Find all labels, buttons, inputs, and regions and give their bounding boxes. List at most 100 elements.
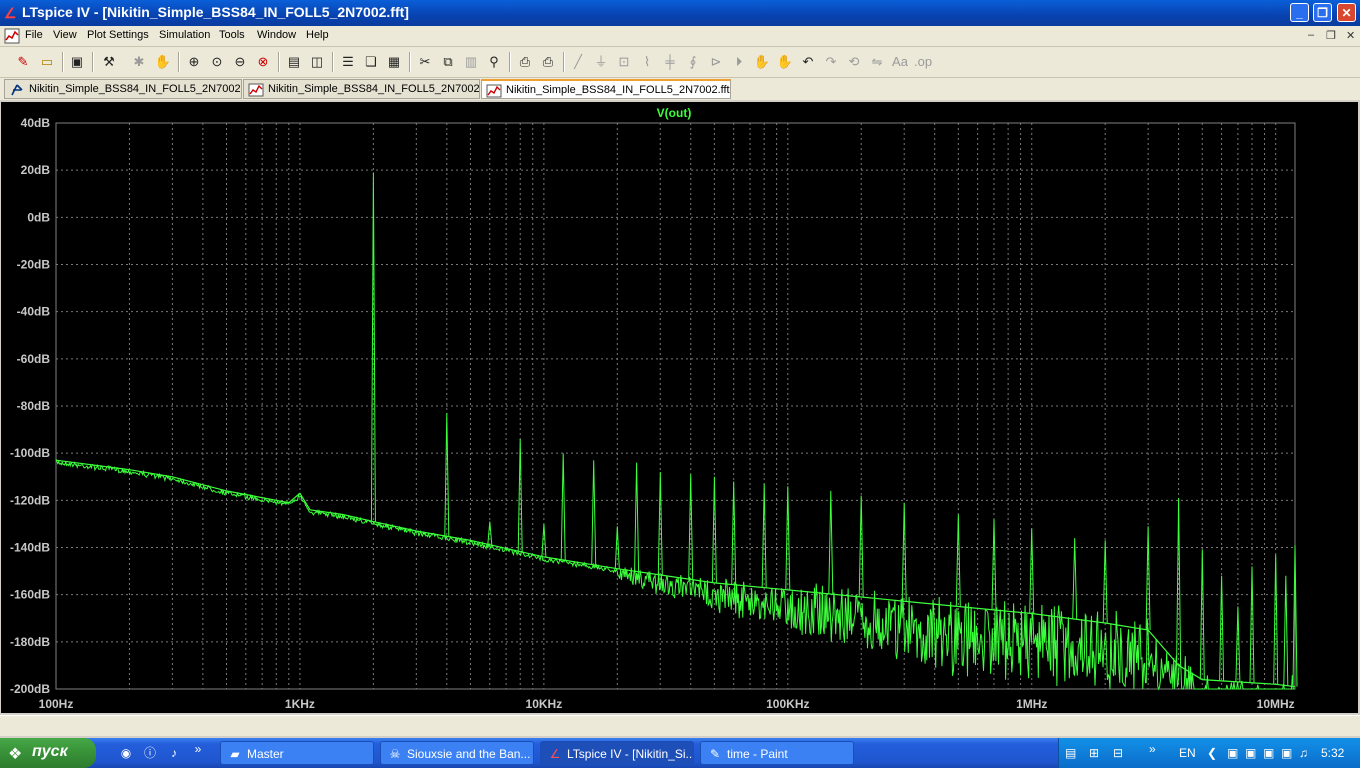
- zoom-fit-icon[interactable]: ⊗: [254, 53, 272, 71]
- y-tick-label: 20dB: [21, 163, 51, 177]
- tray-expand-icon[interactable]: ❮: [1207, 745, 1217, 761]
- tab-label: Nikitin_Simple_BSS84_IN_FOLL5_2N7002: [268, 83, 480, 95]
- tray-app3-icon[interactable]: ▣: [1263, 745, 1274, 761]
- tray-volume-icon[interactable]: ♫: [1299, 745, 1308, 761]
- drag-icon[interactable]: ✋: [776, 53, 794, 71]
- tray-network-icon[interactable]: ⊞: [1089, 745, 1099, 761]
- save-icon[interactable]: ▣: [68, 53, 86, 71]
- fft-plot[interactable]: 40dB 20dB 0dB -20dB -40dB -60dB -80dB -100dB -12…: [1, 102, 1358, 713]
- paint-icon: ✎: [709, 747, 721, 761]
- move-icon[interactable]: ✋: [753, 53, 771, 71]
- y-tick-label: -180dB: [10, 635, 50, 649]
- menu-view[interactable]: View: [53, 29, 77, 41]
- language-indicator[interactable]: EN: [1179, 745, 1196, 761]
- halt-icon[interactable]: ✋: [154, 53, 172, 71]
- y-tick-label: -40dB: [17, 305, 51, 319]
- x-tick-label: 1KHz: [285, 697, 315, 711]
- label-net-icon[interactable]: ⊡: [615, 53, 633, 71]
- tray-app4-icon[interactable]: ▣: [1281, 745, 1292, 761]
- menu-tools[interactable]: Tools: [219, 29, 245, 41]
- print-icon[interactable]: ⎙: [539, 53, 557, 71]
- tab-schematic[interactable]: Nikitin_Simple_BSS84_IN_FOLL5_2N7002: [4, 79, 242, 99]
- text-icon[interactable]: Aa: [891, 53, 909, 71]
- schematic-icon: [11, 84, 23, 96]
- paste-icon[interactable]: ▥: [462, 53, 480, 71]
- x-tick-label: 10KHz: [526, 697, 563, 711]
- undo-icon[interactable]: ↶: [799, 53, 817, 71]
- minimize-button[interactable]: _: [1290, 3, 1309, 22]
- copy-icon[interactable]: ⧉: [439, 53, 457, 71]
- tray-folder-icon[interactable]: ▤: [1065, 745, 1076, 761]
- title-bar[interactable]: ∠ LTspice IV - [Nikitin_Simple_BSS84_IN_…: [0, 0, 1360, 26]
- task-siouxsie[interactable]: ☠ Siouxsie and the Ban...: [380, 741, 534, 765]
- zoom-area-icon[interactable]: ⊙: [208, 53, 226, 71]
- rotate-icon[interactable]: ⟲: [845, 53, 863, 71]
- status-bar: [0, 715, 1360, 736]
- diode-icon[interactable]: ⊳: [707, 53, 725, 71]
- fft-icon[interactable]: ◫: [308, 53, 326, 71]
- cut-icon[interactable]: ✂: [416, 53, 434, 71]
- quicklaunch-more-icon[interactable]: »: [190, 741, 206, 757]
- mdi-close-button[interactable]: ✕: [1346, 29, 1355, 42]
- wire-icon[interactable]: ╱: [569, 53, 587, 71]
- cascade-icon[interactable]: ❏: [362, 53, 380, 71]
- quicklaunch-info-icon[interactable]: ⓘ: [142, 745, 158, 761]
- tray-device-icon[interactable]: ⊟: [1113, 745, 1123, 761]
- task-master[interactable]: ▰ Master: [220, 741, 374, 765]
- trace-peak: [541, 523, 547, 557]
- zoom-out-icon[interactable]: ⊖: [231, 53, 249, 71]
- menu-plot-settings[interactable]: Plot Settings: [87, 29, 149, 41]
- mirror-icon[interactable]: ⇋: [868, 53, 886, 71]
- spice-directive-icon[interactable]: .op: [914, 53, 932, 71]
- control-panel-icon[interactable]: ⚒: [100, 53, 118, 71]
- task-paint[interactable]: ✎ time - Paint: [700, 741, 854, 765]
- run-icon[interactable]: ✱: [130, 53, 148, 71]
- zoom-in-icon[interactable]: ⊕: [185, 53, 203, 71]
- inductor-icon[interactable]: ∮: [684, 53, 702, 71]
- trace-peak: [858, 495, 864, 598]
- y-tick-label: -160dB: [10, 588, 50, 602]
- tile-vertical-icon[interactable]: ▦: [385, 53, 403, 71]
- task-ltspice[interactable]: ∠ LTspice IV - [Nikitin_Si...: [540, 741, 694, 765]
- x-tick-label: 100Hz: [39, 697, 74, 711]
- new-schematic-icon[interactable]: ✎: [14, 53, 32, 71]
- menu-help[interactable]: Help: [306, 29, 329, 41]
- mdi-restore-button[interactable]: ❐: [1326, 29, 1336, 42]
- tray-app2-icon[interactable]: ▣: [1245, 745, 1256, 761]
- trace-title[interactable]: V(out): [657, 106, 692, 120]
- close-button[interactable]: ✕: [1337, 3, 1356, 22]
- y-tick-label: 40dB: [21, 116, 51, 130]
- restore-button[interactable]: ❐: [1313, 3, 1332, 22]
- tab-label: Nikitin_Simple_BSS84_IN_FOLL5_2N7002.fft: [506, 84, 730, 96]
- autorange-icon[interactable]: ▤: [285, 53, 303, 71]
- find-icon[interactable]: ⚲: [485, 53, 503, 71]
- tab-waveform[interactable]: Nikitin_Simple_BSS84_IN_FOLL5_2N7002: [243, 79, 480, 99]
- open-folder-icon[interactable]: ▭: [38, 53, 56, 71]
- plot-window[interactable]: 40dB 20dB 0dB -20dB -40dB -60dB -80dB -100dB -12…: [1, 102, 1358, 713]
- print-setup-icon[interactable]: ⎙: [516, 53, 534, 71]
- menu-simulation[interactable]: Simulation: [159, 29, 210, 41]
- menu-window[interactable]: Window: [257, 29, 296, 41]
- x-tick-label: 100KHz: [766, 697, 809, 711]
- quicklaunch-media-icon[interactable]: ♪: [166, 745, 182, 761]
- task-label: Master: [247, 747, 284, 761]
- resistor-icon[interactable]: ⌇: [638, 53, 656, 71]
- trace-peak: [1102, 540, 1108, 624]
- redo-icon[interactable]: ↷: [822, 53, 840, 71]
- document-waveform-icon[interactable]: [4, 28, 20, 44]
- tray-more-icon[interactable]: »: [1149, 741, 1156, 757]
- quicklaunch-browser-icon[interactable]: ◉: [118, 745, 134, 761]
- toolbar-separator: [332, 52, 334, 72]
- trace-peak: [1029, 528, 1035, 614]
- capacitor-icon[interactable]: ╪: [661, 53, 679, 71]
- mdi-minimize-button[interactable]: –: [1308, 29, 1314, 41]
- tray-app1-icon[interactable]: ▣: [1227, 745, 1238, 761]
- ltspice-app-icon[interactable]: ∠: [4, 5, 20, 21]
- ground-icon[interactable]: ⏚: [592, 53, 610, 71]
- start-button[interactable]: ❖ пуск: [0, 738, 96, 768]
- tab-fft[interactable]: Nikitin_Simple_BSS84_IN_FOLL5_2N7002.fft: [481, 79, 731, 99]
- menu-file[interactable]: File: [25, 29, 43, 41]
- tile-horizontal-icon[interactable]: ☰: [339, 53, 357, 71]
- component-icon[interactable]: ⏵: [730, 53, 748, 71]
- trace-peak: [560, 453, 566, 561]
